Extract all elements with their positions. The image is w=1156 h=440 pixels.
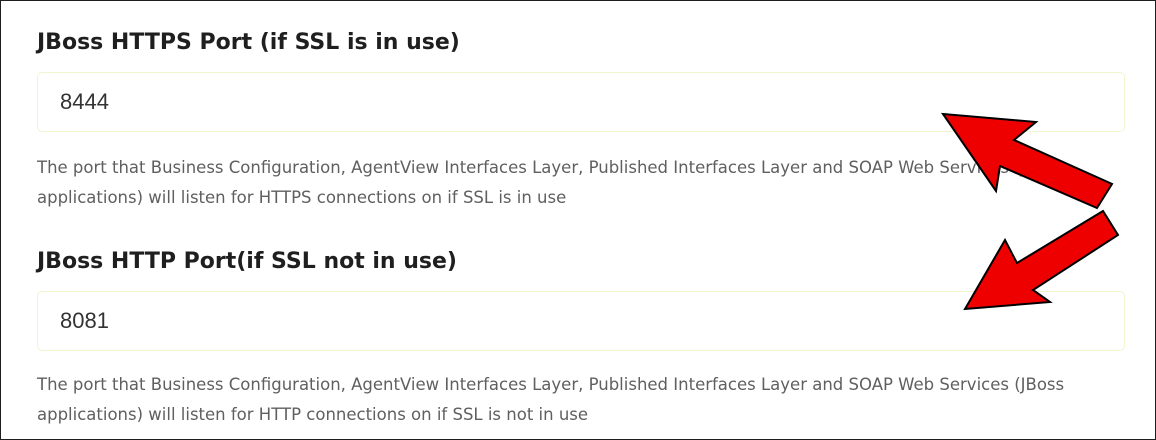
http-port-label: JBoss HTTP Port(if SSL not in use) bbox=[37, 249, 457, 274]
settings-panel: JBoss HTTPS Port (if SSL is in use) The … bbox=[0, 0, 1156, 440]
https-port-input[interactable] bbox=[37, 72, 1125, 132]
https-port-label: JBoss HTTPS Port (if SSL is in use) bbox=[37, 30, 460, 55]
http-port-help-text: The port that Business Configuration, Ag… bbox=[37, 375, 1065, 424]
http-port-input[interactable] bbox=[37, 291, 1125, 351]
https-port-help-text: The port that Business Configuration, Ag… bbox=[37, 158, 1065, 207]
